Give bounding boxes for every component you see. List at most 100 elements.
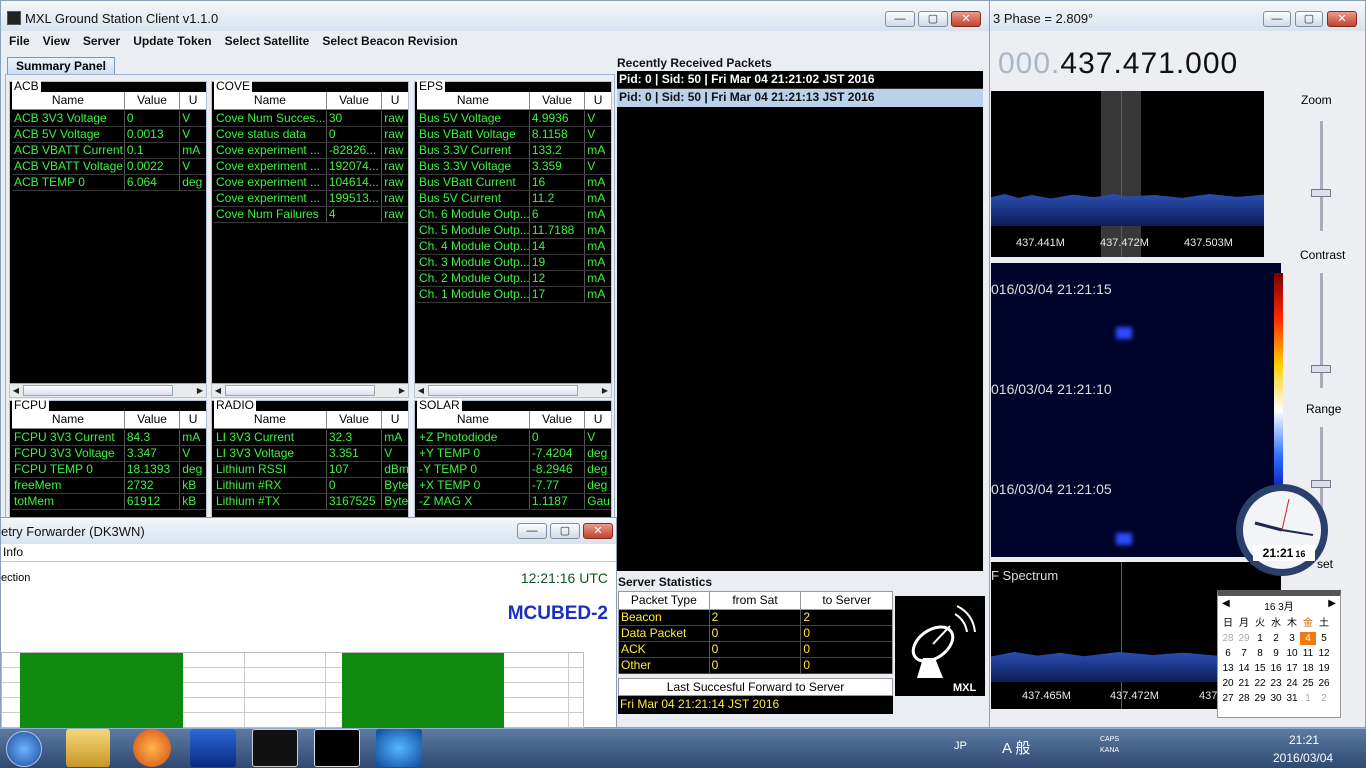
calendar-day[interactable]: 30	[1268, 692, 1284, 705]
table-row[interactable]: FCPU 3V3 Voltage 3.347 V	[12, 446, 206, 462]
table-row[interactable]: +Y TEMP 0 -7.4204 deg	[417, 446, 611, 462]
calendar-next-icon[interactable]: ▶	[1328, 598, 1336, 613]
calendar-day[interactable]: 24	[1284, 677, 1300, 690]
table-row[interactable]: Cove experiment ... 192074... raw	[214, 159, 408, 175]
col-value[interactable]: Value	[125, 411, 181, 428]
col-value[interactable]: Value	[327, 92, 383, 109]
calendar-day[interactable]: 4	[1300, 632, 1316, 645]
calendar-day[interactable]: 9	[1268, 647, 1284, 660]
scroll-left-icon[interactable]: ◀	[415, 384, 427, 397]
table-row[interactable]: Ch. 4 Module Outp... 14 mA	[417, 239, 611, 255]
table-row[interactable]: FCPU 3V3 Current 84.3 mA	[12, 430, 206, 446]
table-row[interactable]: ACB VBATT Voltage 0.0022 V	[12, 159, 206, 175]
table-row[interactable]: Bus 3.3V Current 133.2 mA	[417, 143, 611, 159]
calendar-day[interactable]: 28	[1236, 692, 1252, 705]
table-row[interactable]: FCPU TEMP 0 18.1393 deg	[12, 462, 206, 478]
menu-file[interactable]: File	[9, 34, 30, 51]
calendar-day[interactable]: 17	[1284, 662, 1300, 675]
sdr-minimize-button[interactable]: —	[1263, 11, 1291, 27]
table-row[interactable]: freeMem 2732 kB	[12, 478, 206, 494]
scroll-right-icon[interactable]: ▶	[599, 384, 611, 397]
scroll-thumb[interactable]	[225, 385, 375, 396]
table-row[interactable]: Bus VBatt Voltage 8.1158 V	[417, 127, 611, 143]
forwarder-maximize-button[interactable]: ▢	[550, 523, 580, 539]
table-header[interactable]: Name Value U	[12, 411, 206, 429]
scroll-right-icon[interactable]: ▶	[194, 384, 206, 397]
horizontal-scrollbar[interactable]: ◀ ▶	[212, 383, 408, 397]
main-minimize-button[interactable]: —	[885, 11, 915, 27]
packet-item[interactable]: Pid: 0 | Sid: 50 | Fri Mar 04 21:21:02 J…	[617, 71, 983, 89]
col-name[interactable]: Name	[417, 411, 530, 428]
table-row[interactable]: Bus 3.3V Voltage 3.359 V	[417, 159, 611, 175]
scroll-thumb[interactable]	[428, 385, 578, 396]
table-row[interactable]: Cove experiment ... 199513... raw	[214, 191, 408, 207]
calendar-day[interactable]: 13	[1220, 662, 1236, 675]
table-row[interactable]: Ch. 6 Module Outp... 6 mA	[417, 207, 611, 223]
table-row[interactable]: Bus 5V Current 11.2 mA	[417, 191, 611, 207]
table-header[interactable]: Name Value U	[417, 92, 611, 110]
calendar-day[interactable]: 18	[1300, 662, 1316, 675]
calendar-day[interactable]: 5	[1316, 632, 1332, 645]
col-name[interactable]: Name	[417, 92, 530, 109]
table-row[interactable]: Cove status data 0 raw	[214, 127, 408, 143]
calendar-day[interactable]: 23	[1268, 677, 1284, 690]
zoom-slider[interactable]	[1320, 121, 1323, 231]
table-header[interactable]: Name Value U	[417, 411, 611, 429]
table-header[interactable]: Name Value U	[214, 92, 408, 110]
menu-server[interactable]: Server	[83, 34, 120, 51]
calendar-day[interactable]: 26	[1316, 677, 1332, 690]
calendar-day[interactable]: 20	[1220, 677, 1236, 690]
taskbar-explorer-icon[interactable]	[66, 729, 110, 767]
table-header[interactable]: Name Value U	[214, 411, 408, 429]
calendar-day[interactable]: 1	[1252, 632, 1268, 645]
taskbar-app-icon[interactable]	[376, 729, 422, 767]
taskbar-mxl-icon[interactable]	[314, 729, 360, 767]
table-row[interactable]: Cove experiment ... -82826... raw	[214, 143, 408, 159]
zoom-slider-thumb[interactable]	[1311, 189, 1331, 197]
calendar-day[interactable]: 8	[1252, 647, 1268, 660]
calendar-day[interactable]: 7	[1236, 647, 1252, 660]
calendar-day[interactable]: 28	[1220, 632, 1236, 645]
col-value[interactable]: Value	[530, 411, 586, 428]
horizontal-scrollbar[interactable]: ◀ ▶	[10, 383, 206, 397]
table-row[interactable]: Ch. 2 Module Outp... 12 mA	[417, 271, 611, 287]
menu-view[interactable]: View	[43, 34, 70, 51]
calendar-day[interactable]: 12	[1316, 647, 1332, 660]
tray-date[interactable]: 2016/03/04	[1273, 751, 1333, 765]
contrast-slider-thumb[interactable]	[1311, 365, 1331, 373]
table-row[interactable]: ACB 3V3 Voltage 0 V	[12, 111, 206, 127]
table-row[interactable]: Lithium RSSI 107 dBm	[214, 462, 408, 478]
sdr-maximize-button[interactable]: ▢	[1295, 11, 1323, 27]
col-name[interactable]: Name	[12, 411, 125, 428]
table-row[interactable]: LI 3V3 Voltage 3.351 V	[214, 446, 408, 462]
main-maximize-button[interactable]: ▢	[918, 11, 948, 27]
col-unit[interactable]: U	[585, 411, 611, 428]
forwarder-minimize-button[interactable]: —	[517, 523, 547, 539]
menu-select-beacon-revision[interactable]: Select Beacon Revision	[322, 34, 457, 51]
col-value[interactable]: Value	[327, 411, 383, 428]
calendar-day[interactable]: 10	[1284, 647, 1300, 660]
tab-summary-panel[interactable]: Summary Panel	[7, 57, 115, 75]
calendar-day[interactable]: 11	[1300, 647, 1316, 660]
calendar-day[interactable]: 31	[1284, 692, 1300, 705]
calendar-day[interactable]: 6	[1220, 647, 1236, 660]
col-name[interactable]: Name	[214, 92, 327, 109]
calendar-day[interactable]: 19	[1316, 662, 1332, 675]
calendar-day[interactable]: 21	[1236, 677, 1252, 690]
table-row[interactable]: ACB TEMP 0 6.064 deg	[12, 175, 206, 191]
col-unit[interactable]: U	[382, 411, 408, 428]
table-row[interactable]: Cove Num Succes... 30 raw	[214, 111, 408, 127]
clock-gadget[interactable]: 21:21 16	[1231, 481, 1333, 579]
table-row[interactable]: totMem 61912 kB	[12, 494, 206, 510]
menu-select-satellite[interactable]: Select Satellite	[225, 34, 310, 51]
calendar-day[interactable]: 25	[1300, 677, 1316, 690]
col-value[interactable]: Value	[125, 92, 181, 109]
main-close-button[interactable]: ✕	[951, 11, 981, 27]
scroll-left-icon[interactable]: ◀	[212, 384, 224, 397]
calendar-day[interactable]: 3	[1284, 632, 1300, 645]
table-row[interactable]: Bus 5V Voltage 4.9936 V	[417, 111, 611, 127]
horizontal-scrollbar[interactable]: ◀ ▶	[415, 383, 611, 397]
calendar-day[interactable]: 29	[1236, 632, 1252, 645]
col-value[interactable]: Value	[530, 92, 586, 109]
spectrum-view[interactable]: 437.441M 437.472M 437.503M	[991, 91, 1264, 257]
